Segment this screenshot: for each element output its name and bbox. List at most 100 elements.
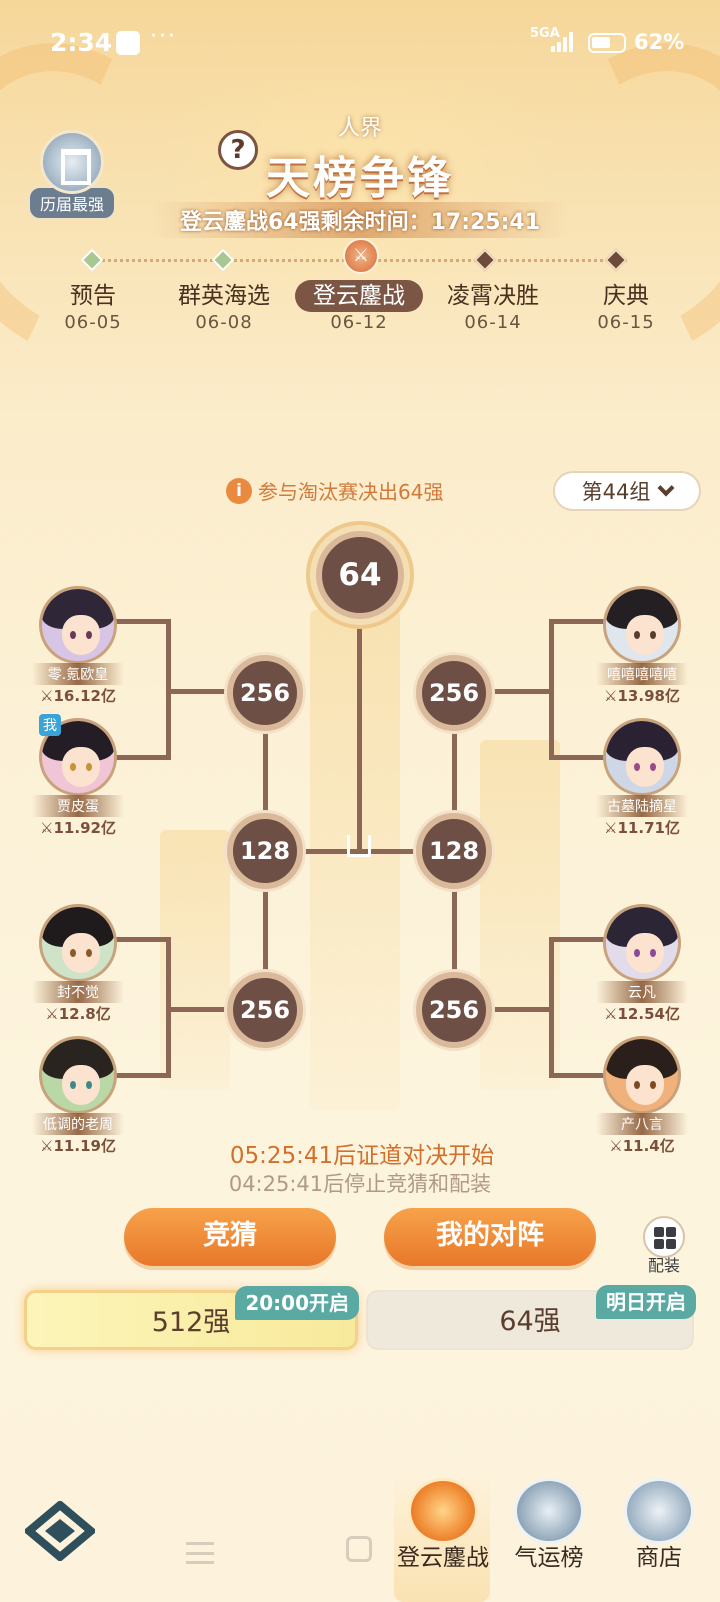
stage-finals[interactable]: 凌霄决胜 06-14 [427, 280, 559, 333]
player-power: ⚔12.54亿 [604, 1005, 680, 1023]
fortune-icon [514, 1478, 584, 1544]
tab-512[interactable]: 512强 20:00开启 [24, 1286, 359, 1350]
group-select[interactable]: 第44组 [553, 471, 701, 511]
menu-icon[interactable] [186, 1542, 214, 1564]
stage-date: 06-12 [330, 312, 388, 333]
player-power: ⚔11.92亿 [40, 819, 116, 837]
player-power: ⚔13.98亿 [604, 687, 680, 705]
bracket-line [171, 1007, 231, 1012]
stage-date: 06-05 [64, 312, 122, 333]
realm-label: 人界 [337, 116, 382, 141]
stage-selection[interactable]: 群英海选 06-08 [158, 280, 290, 333]
bracket-center-marker [347, 835, 371, 857]
tab-badge: 20:00开启 [235, 1286, 359, 1320]
trophy-icon [408, 1478, 478, 1544]
player-name: 产八言 [596, 1113, 688, 1135]
round-128-node: 128 [227, 813, 303, 889]
player-name: 嘻嘻嘻嘻嘻 [596, 663, 688, 685]
nav-shop[interactable]: 商店 [604, 1478, 714, 1572]
avatar [39, 586, 117, 664]
player-card[interactable]: 我 贾皮蛋 ⚔11.92亿 [23, 714, 133, 838]
player-card[interactable]: 封不觉 ⚔12.8亿 [23, 904, 133, 1024]
more-notifications-icon: ··· [150, 24, 177, 49]
nav-fortune[interactable]: 气运榜 [494, 1478, 604, 1572]
round-256-node: 256 [416, 972, 492, 1048]
bg-pillar [480, 740, 560, 1090]
player-power: ⚔16.12亿 [40, 687, 116, 705]
status-bar: 2:34 ··· 5GA 62% [0, 0, 720, 86]
nav-label: 登云鏖战 [397, 1545, 489, 1571]
stage-date: 06-08 [195, 312, 253, 333]
player-name: 云凡 [596, 981, 688, 1003]
player-power: ⚔12.8亿 [45, 1005, 111, 1023]
history-champions-button[interactable]: 历届最强 [20, 130, 124, 220]
tab-label: 64强 [499, 1306, 561, 1337]
player-name: 封不觉 [32, 981, 124, 1003]
stage-name: 预告 [70, 283, 116, 309]
info-icon: i [226, 477, 252, 504]
home-icon[interactable] [346, 1536, 372, 1562]
swords-icon: ⚔ [343, 238, 379, 274]
battery-icon [588, 33, 626, 53]
tab-label: 512强 [151, 1307, 231, 1338]
me-badge: 我 [39, 714, 61, 736]
stage-date: 06-14 [464, 312, 522, 333]
player-card[interactable]: 古墓陆摘星 ⚔11.71亿 [587, 718, 697, 838]
guess-button[interactable]: 竞猜 [124, 1208, 336, 1266]
tab-badge: 明日开启 [596, 1285, 696, 1319]
bg-pillar [310, 610, 400, 1110]
info-line: i 参与淘汰赛决出64强 [226, 476, 443, 505]
nav-battle[interactable]: 登云鏖战 [388, 1468, 498, 1602]
logo-icon[interactable] [25, 1501, 95, 1561]
nav-label: 商店 [636, 1545, 682, 1571]
my-match-button[interactable]: 我的对阵 [384, 1208, 596, 1266]
stage-battle[interactable]: 登云鏖战 06-12 [293, 280, 425, 333]
bracket-line [357, 615, 362, 852]
player-card[interactable]: 产八言 ⚔11.4亿 [587, 1036, 697, 1156]
clock: 2:34 [50, 28, 113, 57]
stage-preview[interactable]: 预告 06-05 [27, 280, 159, 333]
bracket-line [489, 1007, 549, 1012]
player-card[interactable]: 云凡 ⚔12.54亿 [587, 904, 697, 1024]
equip-button[interactable]: 配装 [641, 1216, 687, 1276]
stage-countdown: 登云鏖战64强剩余时间：17:25:41 [150, 202, 570, 238]
guess-stop-time: 04:25:41后停止竞猜和配装 [228, 1172, 492, 1196]
pavilion-icon [40, 130, 104, 194]
page-title: 天榜争锋 [266, 153, 454, 204]
avatar [603, 1036, 681, 1114]
round-256-node: 256 [227, 972, 303, 1048]
round-256-node: 256 [416, 655, 492, 731]
notification-icon [116, 31, 140, 55]
equip-label: 配装 [647, 1256, 680, 1275]
avatar [39, 1036, 117, 1114]
info-text: 参与淘汰赛决出64强 [258, 480, 444, 504]
player-card[interactable]: 零.氪欧皇 ⚔16.12亿 [23, 586, 133, 706]
stage-name: 凌霄决胜 [447, 283, 539, 309]
tab-64[interactable]: 64强 明日开启 [366, 1285, 696, 1350]
player-name: 贾皮蛋 [32, 795, 124, 817]
nav-label: 气运榜 [514, 1545, 584, 1571]
stage-celebration[interactable]: 庆典 06-15 [560, 280, 692, 333]
bracket-line [549, 937, 554, 1078]
player-name: 古墓陆摘星 [596, 795, 688, 817]
battery-percent: 62% [634, 30, 685, 54]
chevron-down-icon [657, 479, 675, 497]
stage-name: 登云鏖战 [295, 280, 423, 312]
player-power: ⚔11.4亿 [609, 1137, 675, 1155]
bracket-line [171, 689, 231, 694]
bracket-line [489, 689, 549, 694]
player-name: 零.氪欧皇 [32, 663, 124, 685]
avatar [603, 718, 681, 796]
player-power: ⚔11.71亿 [604, 819, 680, 837]
player-card[interactable]: 低调的老周 ⚔11.19亿 [23, 1036, 133, 1156]
avatar [39, 904, 117, 982]
stage-name: 庆典 [603, 283, 649, 309]
round-128-node: 128 [416, 813, 492, 889]
avatar [603, 904, 681, 982]
signal-icon [551, 32, 575, 52]
duel-start-time: 05:25:41后证道对决开始 [229, 1143, 495, 1169]
shop-icon [624, 1478, 694, 1544]
player-card[interactable]: 嘻嘻嘻嘻嘻 ⚔13.98亿 [587, 586, 697, 706]
stage-name: 群英海选 [178, 283, 270, 309]
player-power: ⚔11.19亿 [40, 1137, 116, 1155]
